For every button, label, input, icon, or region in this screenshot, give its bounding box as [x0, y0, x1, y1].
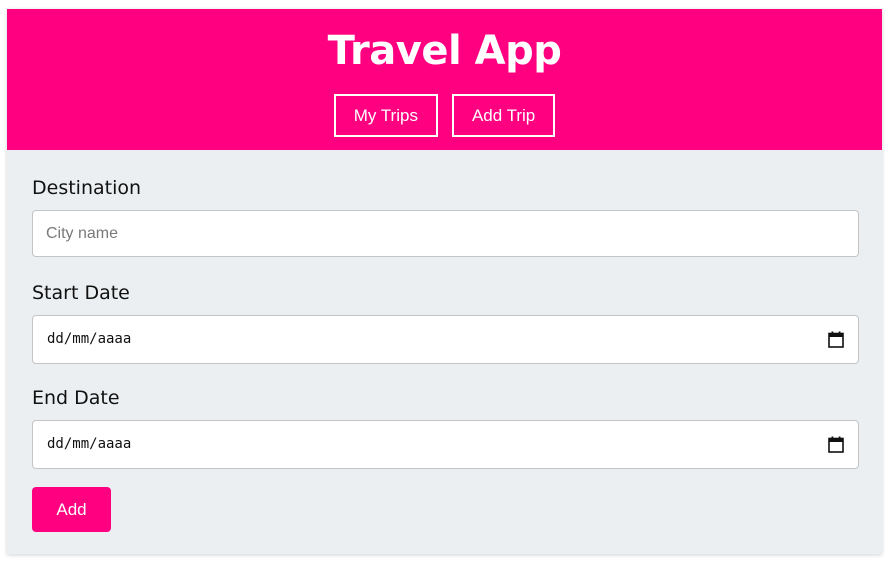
end-date-value: dd/mm/aaaa	[47, 436, 132, 452]
start-date-label: Start Date	[32, 282, 130, 304]
add-trip-button[interactable]: Add Trip	[451, 94, 556, 137]
destination-label: Destination	[32, 177, 142, 199]
app-title: Travel App	[327, 28, 562, 74]
add-button[interactable]: Add	[32, 487, 111, 532]
main-nav: My Trips Add Trip	[7, 94, 882, 137]
end-date-label: End Date	[32, 387, 120, 409]
app-header: Travel App My Trips Add Trip	[7, 9, 882, 150]
my-trips-button[interactable]: My Trips	[333, 94, 438, 137]
end-date-group: End Date dd/mm/aaaa	[32, 386, 859, 469]
start-date-input[interactable]: dd/mm/aaaa	[32, 315, 859, 364]
start-date-value: dd/mm/aaaa	[47, 331, 132, 347]
destination-group: Destination	[32, 176, 859, 257]
add-trip-form: Destination Start Date dd/mm/aaaa End Da…	[7, 150, 882, 532]
calendar-icon[interactable]	[828, 436, 844, 453]
destination-input[interactable]	[32, 210, 859, 257]
start-date-group: Start Date dd/mm/aaaa	[32, 281, 859, 364]
end-date-input[interactable]: dd/mm/aaaa	[32, 420, 859, 469]
app-container: Travel App My Trips Add Trip Destination…	[7, 9, 882, 554]
calendar-icon[interactable]	[828, 331, 844, 348]
